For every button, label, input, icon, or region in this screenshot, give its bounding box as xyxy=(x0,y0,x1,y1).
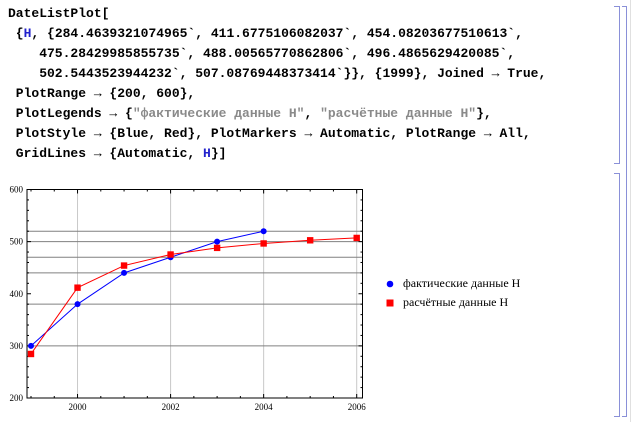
y-tick-label: 200 xyxy=(10,393,24,403)
data-point xyxy=(121,269,128,276)
y-tick-label: 400 xyxy=(10,289,24,299)
output-cell-bracket[interactable] xyxy=(614,173,620,417)
code-token: , xyxy=(304,106,321,121)
code-token: }] xyxy=(210,146,227,161)
code-line: {H, {284.4639321074965`, 411.67751060820… xyxy=(8,24,546,44)
data-point xyxy=(260,240,267,247)
code-token: PlotRange → {200, 600}, xyxy=(8,86,196,101)
code-line: PlotRange → {200, 600}, xyxy=(8,84,546,104)
code-line: 475.28429985855735`, 488.00565770862806`… xyxy=(8,44,546,64)
code-line: PlotStyle → {Blue, Red}, PlotMarkers → A… xyxy=(8,124,546,144)
code-token: , {284.4639321074965`, 411.6775106082037… xyxy=(31,26,523,41)
x-tick-label: 2004 xyxy=(255,402,274,410)
x-tick-label: 2000 xyxy=(69,402,88,410)
code-token: DateListPlot[ xyxy=(8,6,110,21)
input-cell-bracket[interactable] xyxy=(614,6,620,164)
code-token: PlotStyle → {Blue, Red}, PlotMarkers → A… xyxy=(8,126,531,141)
data-point xyxy=(167,251,174,258)
circle-marker-icon xyxy=(384,280,396,288)
square-marker-icon xyxy=(384,299,396,307)
code-token: { xyxy=(8,26,24,41)
series-line-1 xyxy=(30,230,264,347)
cell-group-bracket[interactable] xyxy=(622,6,627,417)
code-token: 502.5443523944232`, 507.08769448373414`}… xyxy=(8,66,547,81)
data-point xyxy=(120,262,128,269)
y-tick-label: 300 xyxy=(10,341,24,351)
data-point xyxy=(74,284,81,291)
symbol-token: H xyxy=(203,146,211,161)
string-token: "расчётные данные H" xyxy=(320,106,477,121)
data-point xyxy=(306,237,314,244)
legend-label: расчётные данные H xyxy=(403,295,509,309)
code-line: GridLines → {Automatic, H}] xyxy=(8,144,546,164)
code-line: DateListPlot[ xyxy=(8,4,546,24)
data-point xyxy=(213,244,221,252)
legend-label: фактические данные H xyxy=(403,276,521,290)
series-line-2 xyxy=(30,237,357,355)
legend-item-calculated: расчётные данные H xyxy=(384,293,520,312)
data-point xyxy=(260,228,267,235)
data-point xyxy=(27,350,35,358)
data-point xyxy=(28,342,34,349)
data-point xyxy=(74,301,81,308)
x-tick-label: 2006 xyxy=(348,402,367,410)
code-line: 502.5443523944232`, 507.08769448373414`}… xyxy=(8,64,546,84)
code-token: }, xyxy=(476,106,492,121)
code-line: PlotLegends → {"фактические данные H", "… xyxy=(8,104,546,124)
y-tick-label: 600 xyxy=(10,185,24,195)
x-tick-label: 2002 xyxy=(162,402,180,410)
input-cell-code[interactable]: DateListPlot[ {H, {284.4639321074965`, 4… xyxy=(8,4,546,164)
code-token: GridLines → {Automatic, xyxy=(8,146,204,161)
data-point xyxy=(214,238,221,245)
string-token: "фактические данные H" xyxy=(132,106,305,121)
data-point xyxy=(353,234,360,242)
code-token: 475.28429985855735`, 488.00565770862806`… xyxy=(8,46,516,61)
date-list-plot: 200 300 400 500 600 2000 2002 2004 2006 xyxy=(10,185,367,411)
plot-legend: фактические данные H расчётные данные H xyxy=(384,274,520,312)
window-edge xyxy=(630,0,631,422)
legend-item-actual: фактические данные H xyxy=(384,274,520,293)
code-token: PlotLegends → { xyxy=(8,106,133,121)
y-tick-label: 500 xyxy=(10,237,24,247)
